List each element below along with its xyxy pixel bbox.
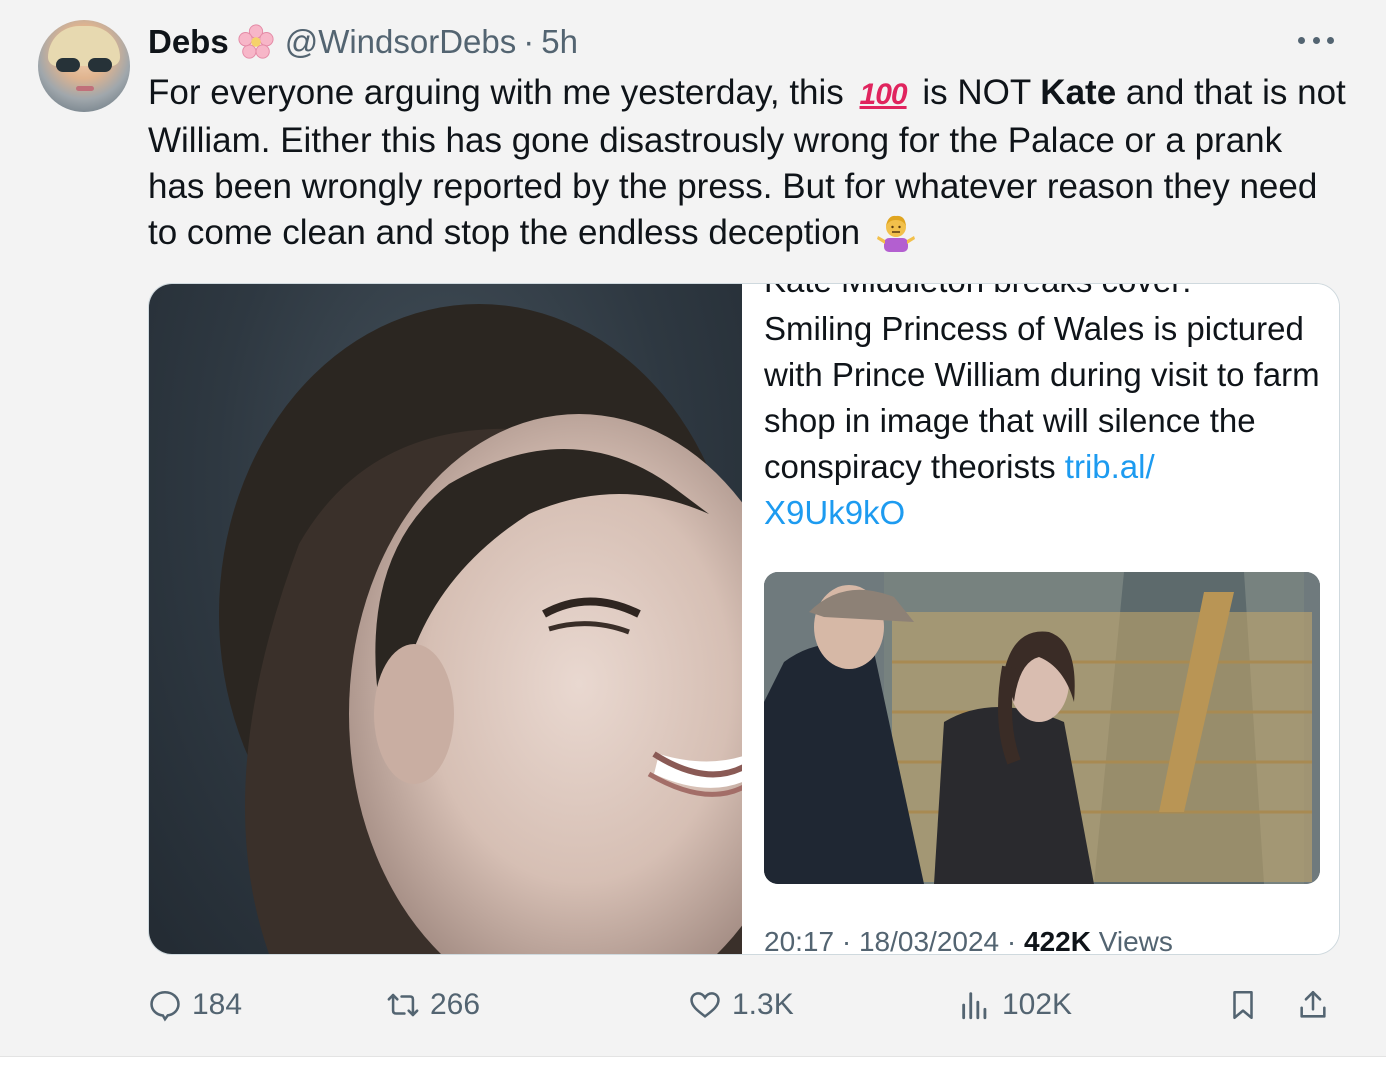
tweet-header: Debs @WindsorDebs · 5h	[148, 22, 578, 62]
quoted-photo[interactable]	[764, 572, 1320, 884]
reply-icon	[150, 990, 180, 1022]
avatar[interactable]	[38, 20, 130, 112]
cherry-blossom-icon	[238, 24, 274, 59]
more-options-icon[interactable]	[1298, 30, 1334, 50]
quoted-text: Smiling Princess of Wales is pictured wi…	[764, 310, 1320, 531]
share-button[interactable]	[1296, 982, 1340, 1028]
action-bar: 184 266 1.3K 102K	[148, 982, 1338, 1028]
share-icon	[1300, 990, 1326, 1018]
quoted-meta: 20:17 · 18/03/2024 · 422K Views	[764, 926, 1173, 955]
display-name[interactable]: Debs	[148, 23, 229, 61]
bookmark-button[interactable]	[1226, 982, 1270, 1028]
user-handle[interactable]: @WindsorDebs	[285, 23, 517, 61]
views-button[interactable]: 102K	[958, 982, 1072, 1028]
sunglasses	[56, 58, 112, 74]
tweet-card[interactable]: Debs @WindsorDebs · 5h For everyone argu…	[0, 0, 1386, 1056]
analytics-icon	[962, 992, 987, 1020]
repost-icon	[387, 993, 419, 1017]
quoted-headline: Kate Middleton breaks cover:	[764, 284, 1191, 300]
photo-closeup[interactable]	[149, 284, 742, 954]
media-grid[interactable]: Kate Middleton breaks cover: Smiling Pri…	[148, 283, 1340, 955]
reply-button[interactable]: 184	[148, 982, 242, 1028]
repost-button[interactable]: 266	[386, 982, 480, 1028]
timestamp[interactable]: 5h	[541, 23, 578, 61]
heart-icon	[690, 992, 720, 1018]
like-button[interactable]: 1.3K	[688, 982, 794, 1028]
tweet-text: For everyone arguing with me yesterday, …	[148, 73, 1346, 252]
next-item-edge	[0, 1056, 1386, 1069]
person-shrugging-icon	[876, 215, 915, 252]
separator-dot: ·	[523, 23, 535, 60]
quoted-tweet-screenshot[interactable]: Kate Middleton breaks cover: Smiling Pri…	[742, 284, 1339, 954]
hundred-points-icon: 100	[859, 78, 908, 111]
bookmark-icon	[1233, 990, 1253, 1020]
